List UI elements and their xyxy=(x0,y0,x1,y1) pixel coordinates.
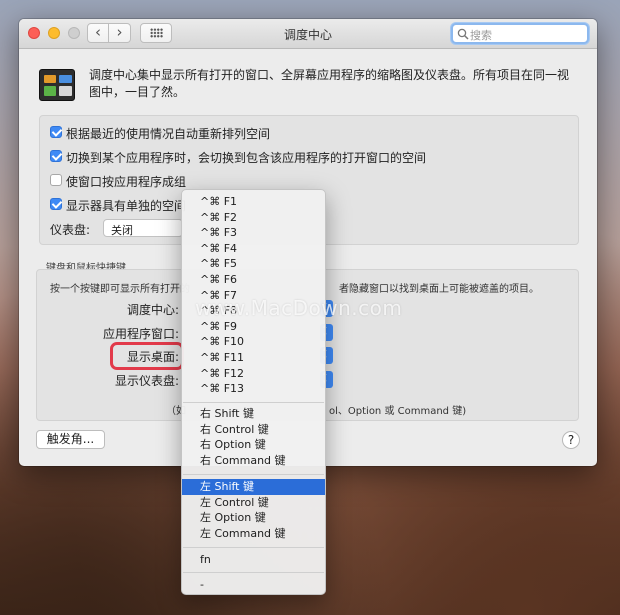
modifier-hint-right: ol、Option 或 Command 键) xyxy=(329,406,467,417)
option-checkbox-switch-space[interactable] xyxy=(50,150,62,162)
menu-item-f1[interactable]: ^⌘ F1 xyxy=(182,194,325,210)
menu-item-left-shift[interactable]: 左 Shift 键 xyxy=(182,479,325,495)
option-label-rearrange: 根据最近的使用情况自动重新排列空间 xyxy=(66,127,271,141)
watermark: www.MacDown.com xyxy=(195,296,403,320)
menu-item-left-command[interactable]: 左 Command 键 xyxy=(182,526,325,542)
option-checkbox-rearrange[interactable] xyxy=(50,126,62,138)
menu-item-f9[interactable]: ^⌘ F9 xyxy=(182,319,325,335)
mission-control-icon xyxy=(39,69,75,101)
help-button[interactable]: ? xyxy=(562,431,580,449)
menu-item-f3[interactable]: ^⌘ F3 xyxy=(182,225,325,241)
show-desktop-highlight xyxy=(110,342,184,370)
menu-item-left-option[interactable]: 左 Option 键 xyxy=(182,510,325,526)
shortcuts-description-left: 按一个按键即可显示所有打开的 xyxy=(50,284,190,295)
option-label-separate-spaces: 显示器具有单独的空间 xyxy=(66,199,187,213)
row-label-show-dashboard: 显示仪表盘: xyxy=(114,374,179,388)
menu-item-f4[interactable]: ^⌘ F4 xyxy=(182,241,325,257)
dashboard-label: 仪表盘: xyxy=(50,223,91,237)
menu-separator xyxy=(183,547,324,548)
search-icon xyxy=(457,28,469,40)
option-label-switch-space: 切换到某个应用程序时，会切换到包含该应用程序的打开窗口的空间 xyxy=(66,151,427,165)
menu-item-f12[interactable]: ^⌘ F12 xyxy=(182,366,325,382)
option-checkbox-group-windows[interactable] xyxy=(50,174,62,186)
menu-item-none[interactable]: - xyxy=(182,577,325,593)
hot-corners-button[interactable]: 触发角... xyxy=(36,430,105,449)
row-label-app-windows: 应用程序窗口: xyxy=(102,327,179,341)
menu-item-right-option[interactable]: 右 Option 键 xyxy=(182,437,325,453)
search-placeholder: 搜索 xyxy=(470,29,492,42)
menu-item-f13[interactable]: ^⌘ F13 xyxy=(182,381,325,397)
menu-separator xyxy=(183,572,324,573)
menu-item-fn[interactable]: fn xyxy=(182,552,325,568)
menu-item-right-command[interactable]: 右 Command 键 xyxy=(182,453,325,469)
menu-item-right-control[interactable]: 右 Control 键 xyxy=(182,422,325,438)
menu-item-right-shift[interactable]: 右 Shift 键 xyxy=(182,406,325,422)
option-checkbox-separate-spaces[interactable] xyxy=(50,198,62,210)
search-field[interactable]: 搜索 xyxy=(451,23,589,44)
titlebar: ‹ › 调度中心 搜索 xyxy=(19,19,597,49)
shortcuts-description-right: 者隐藏窗口以找到桌面上可能被遮盖的项目。 xyxy=(339,284,539,295)
menu-item-f11[interactable]: ^⌘ F11 xyxy=(182,350,325,366)
menu-separator xyxy=(183,402,324,403)
menu-separator xyxy=(183,474,324,475)
menu-item-f6[interactable]: ^⌘ F6 xyxy=(182,272,325,288)
dashboard-select[interactable]: 关闭 xyxy=(103,219,183,237)
menu-item-f5[interactable]: ^⌘ F5 xyxy=(182,256,325,272)
shortcut-dropdown-menu: ^⌘ F1 ^⌘ F2 ^⌘ F3 ^⌘ F4 ^⌘ F5 ^⌘ F6 ^⌘ F… xyxy=(181,189,326,595)
row-label-mission-control: 调度中心: xyxy=(126,303,179,317)
menu-item-f2[interactable]: ^⌘ F2 xyxy=(182,210,325,226)
pane-description: 调度中心集中显示所有打开的窗口、全屏幕应用程序的缩略图及仪表盘。所有项目在同一视… xyxy=(89,68,570,99)
menu-item-f10[interactable]: ^⌘ F10 xyxy=(182,334,325,350)
menu-item-left-control[interactable]: 左 Control 键 xyxy=(182,495,325,511)
option-label-group-windows: 使窗口按应用程序成组 xyxy=(66,175,187,189)
